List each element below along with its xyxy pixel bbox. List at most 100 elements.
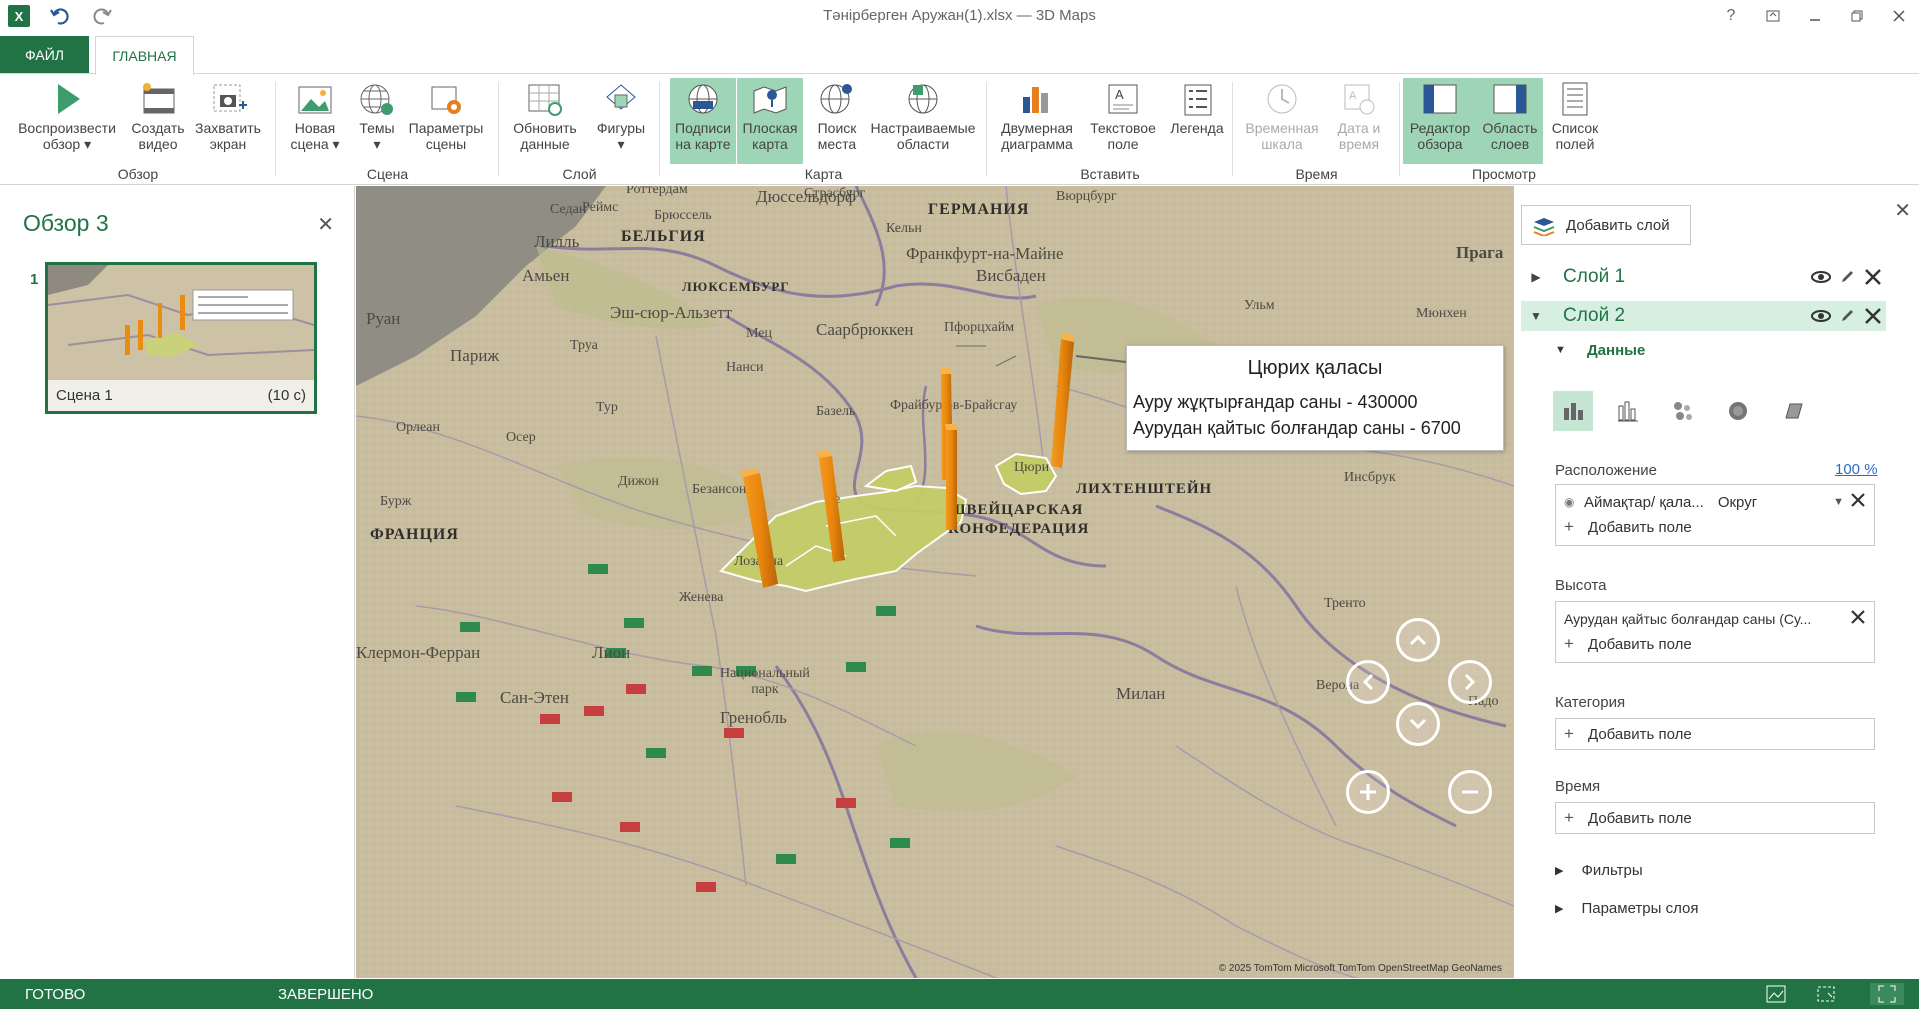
column-bern[interactable] bbox=[945, 424, 957, 530]
layer-pane-button[interactable]: Область слоев bbox=[1477, 78, 1543, 164]
capture-screen-button[interactable]: Захватить экран bbox=[192, 78, 264, 164]
location-confidence-link[interactable]: 100 % bbox=[1835, 461, 1878, 478]
height-field-row[interactable]: Аурудан қайтыс болғандар саны (Су... bbox=[1556, 602, 1874, 630]
legend-button[interactable]: Легенда bbox=[1165, 78, 1229, 164]
add-location-field-row[interactable]: + Добавить поле bbox=[1556, 513, 1874, 541]
stacked-column-viz-icon[interactable] bbox=[1553, 391, 1593, 431]
scene-thumbnail-image bbox=[48, 265, 314, 380]
scene-options-icon bbox=[424, 78, 468, 120]
data-tooltip: Цюрих қаласы Ауру жұқтырғандар саны - 43… bbox=[1126, 345, 1504, 451]
custom-regions-button[interactable]: Настраиваемые области bbox=[866, 78, 980, 164]
add-time-field-row[interactable]: + Добавить поле bbox=[1556, 803, 1874, 833]
radio-icon[interactable]: ◉ bbox=[1564, 495, 1584, 509]
map-labels-icon bbox=[681, 78, 725, 120]
date-time-button[interactable]: A Дата и время bbox=[1329, 78, 1389, 164]
heatmap-viz-icon[interactable] bbox=[1718, 391, 1758, 431]
select-area-icon[interactable] bbox=[1814, 983, 1838, 1005]
themes-button[interactable]: Темы ▾ bbox=[354, 78, 400, 164]
expand-arrow-icon[interactable]: ▶ bbox=[1521, 270, 1551, 284]
column-lausanne[interactable] bbox=[816, 450, 845, 562]
rotate-right-button[interactable] bbox=[1448, 660, 1492, 704]
data-columns bbox=[739, 333, 1127, 588]
tour-view-icon[interactable] bbox=[1764, 983, 1788, 1005]
add-category-field-row[interactable]: + Добавить поле bbox=[1556, 719, 1874, 749]
field-list-button[interactable]: Список полей bbox=[1546, 78, 1604, 164]
collapse-arrow-icon[interactable]: ▼ bbox=[1521, 309, 1551, 323]
data-section-arrow-icon[interactable]: ▼ bbox=[1555, 344, 1566, 356]
visibility-eye-icon[interactable] bbox=[1808, 270, 1834, 284]
filters-section[interactable]: ▶ Фильтры bbox=[1555, 862, 1643, 879]
delete-layer-icon[interactable] bbox=[1860, 268, 1886, 286]
column-geneva[interactable] bbox=[739, 468, 778, 588]
fullscreen-icon[interactable] bbox=[1870, 983, 1904, 1005]
restore-button[interactable] bbox=[1847, 6, 1867, 26]
flat-map-button[interactable]: Плоская карта bbox=[737, 78, 803, 164]
add-layer-label: Добавить слой bbox=[1566, 216, 1670, 234]
category-field-box[interactable]: + Добавить поле bbox=[1555, 718, 1875, 750]
tooltip-title: Цюрих қаласы bbox=[1247, 357, 1383, 379]
clustered-column-viz-icon[interactable] bbox=[1608, 391, 1648, 431]
scene-thumbnail[interactable]: Сцена 1 (10 с) bbox=[45, 262, 317, 414]
close-layer-pane-button[interactable]: ✕ bbox=[1894, 198, 1911, 223]
new-scene-button[interactable]: Новая сцена ▾ bbox=[282, 78, 348, 164]
location-field-row[interactable]: ◉ Аймақтар/ қала... Округ ▼ bbox=[1556, 485, 1874, 513]
minimize-button[interactable] bbox=[1805, 6, 1825, 26]
add-field-label: Добавить поле bbox=[1588, 725, 1692, 743]
rotate-left-button[interactable] bbox=[1346, 660, 1390, 704]
remove-field-icon[interactable] bbox=[1850, 492, 1866, 512]
scene-options-button[interactable]: Параметры сцены bbox=[404, 78, 488, 164]
add-layer-button[interactable]: Добавить слой bbox=[1521, 205, 1691, 245]
2d-chart-button[interactable]: Двумерная диаграмма bbox=[995, 78, 1079, 164]
layer-row-2[interactable]: ▼ Слой 2 bbox=[1521, 301, 1886, 331]
ribbon-display-button[interactable] bbox=[1763, 6, 1783, 26]
close-button[interactable] bbox=[1889, 6, 1909, 26]
zoom-out-button[interactable] bbox=[1448, 770, 1492, 814]
time-field-box[interactable]: + Добавить поле bbox=[1555, 802, 1875, 834]
layer-row-1[interactable]: ▶ Слой 1 bbox=[1521, 262, 1886, 292]
timeline-button[interactable]: Временная шкала bbox=[1243, 78, 1321, 164]
play-tour-button[interactable]: Воспроизвести обзор ▾ bbox=[8, 78, 126, 164]
close-tour-pane-button[interactable]: ✕ bbox=[317, 212, 334, 237]
legend-label: Легенда bbox=[1170, 120, 1224, 136]
edit-pencil-icon[interactable] bbox=[1834, 308, 1860, 324]
layer-options-section[interactable]: ▶ Параметры слоя bbox=[1555, 900, 1698, 917]
tour-editor-button[interactable]: Редактор обзора bbox=[1403, 78, 1477, 164]
add-layer-icon bbox=[1533, 218, 1555, 236]
chevron-left-icon bbox=[1362, 673, 1374, 691]
column-zurich[interactable] bbox=[1051, 333, 1074, 468]
globe-themes-icon bbox=[355, 78, 399, 120]
shapes-button[interactable]: Фигуры ▾ bbox=[591, 78, 651, 164]
field-list-icon bbox=[1553, 78, 1597, 120]
visibility-eye-icon[interactable] bbox=[1808, 309, 1834, 323]
chevron-up-icon bbox=[1409, 634, 1427, 646]
add-height-field-row[interactable]: + Добавить поле bbox=[1556, 630, 1874, 658]
data-section-title[interactable]: Данные bbox=[1587, 342, 1645, 359]
tooltip-line-deaths: Аурудан қайтыс болғандар саны - 6700 bbox=[1133, 418, 1461, 438]
tilt-up-button[interactable] bbox=[1396, 618, 1440, 662]
bubble-viz-icon[interactable] bbox=[1663, 391, 1703, 431]
capture-screen-label: Захватить экран bbox=[195, 120, 261, 152]
add-field-label: Добавить поле bbox=[1588, 635, 1692, 653]
field-list-label: Список полей bbox=[1551, 120, 1599, 152]
refresh-data-button[interactable]: Обновить данные bbox=[507, 78, 583, 164]
close-icon bbox=[1893, 10, 1905, 22]
map-view[interactable]: ГЕРМАНИЯ БЕЛЬГИЯ ЛЮКСЕМБУРГ ФРАНЦИЯ ЛИХТ… bbox=[356, 186, 1514, 978]
tab-file[interactable]: ФАЙЛ bbox=[0, 36, 89, 74]
delete-layer-icon[interactable] bbox=[1860, 307, 1886, 325]
create-video-button[interactable]: Создать видео bbox=[128, 78, 188, 164]
map-labels-button[interactable]: Подписи на карте bbox=[670, 78, 736, 164]
find-location-button[interactable]: Поиск места bbox=[810, 78, 864, 164]
restore-icon bbox=[1851, 10, 1863, 22]
tour-editor-label: Редактор обзора bbox=[1409, 120, 1471, 152]
edit-pencil-icon[interactable] bbox=[1834, 269, 1860, 285]
help-button[interactable]: ? bbox=[1721, 6, 1741, 26]
timeline-label: Временная шкала bbox=[1245, 120, 1319, 152]
scene-name: Сцена 1 bbox=[56, 387, 113, 404]
region-viz-icon[interactable] bbox=[1773, 391, 1813, 431]
tilt-down-button[interactable] bbox=[1396, 702, 1440, 746]
zoom-in-button[interactable] bbox=[1346, 770, 1390, 814]
dropdown-arrow-icon[interactable]: ▼ bbox=[1833, 496, 1844, 508]
tab-home[interactable]: ГЛАВНАЯ bbox=[95, 36, 194, 75]
text-box-button[interactable]: A Текстовое поле bbox=[1083, 78, 1163, 164]
remove-field-icon[interactable] bbox=[1850, 609, 1866, 629]
